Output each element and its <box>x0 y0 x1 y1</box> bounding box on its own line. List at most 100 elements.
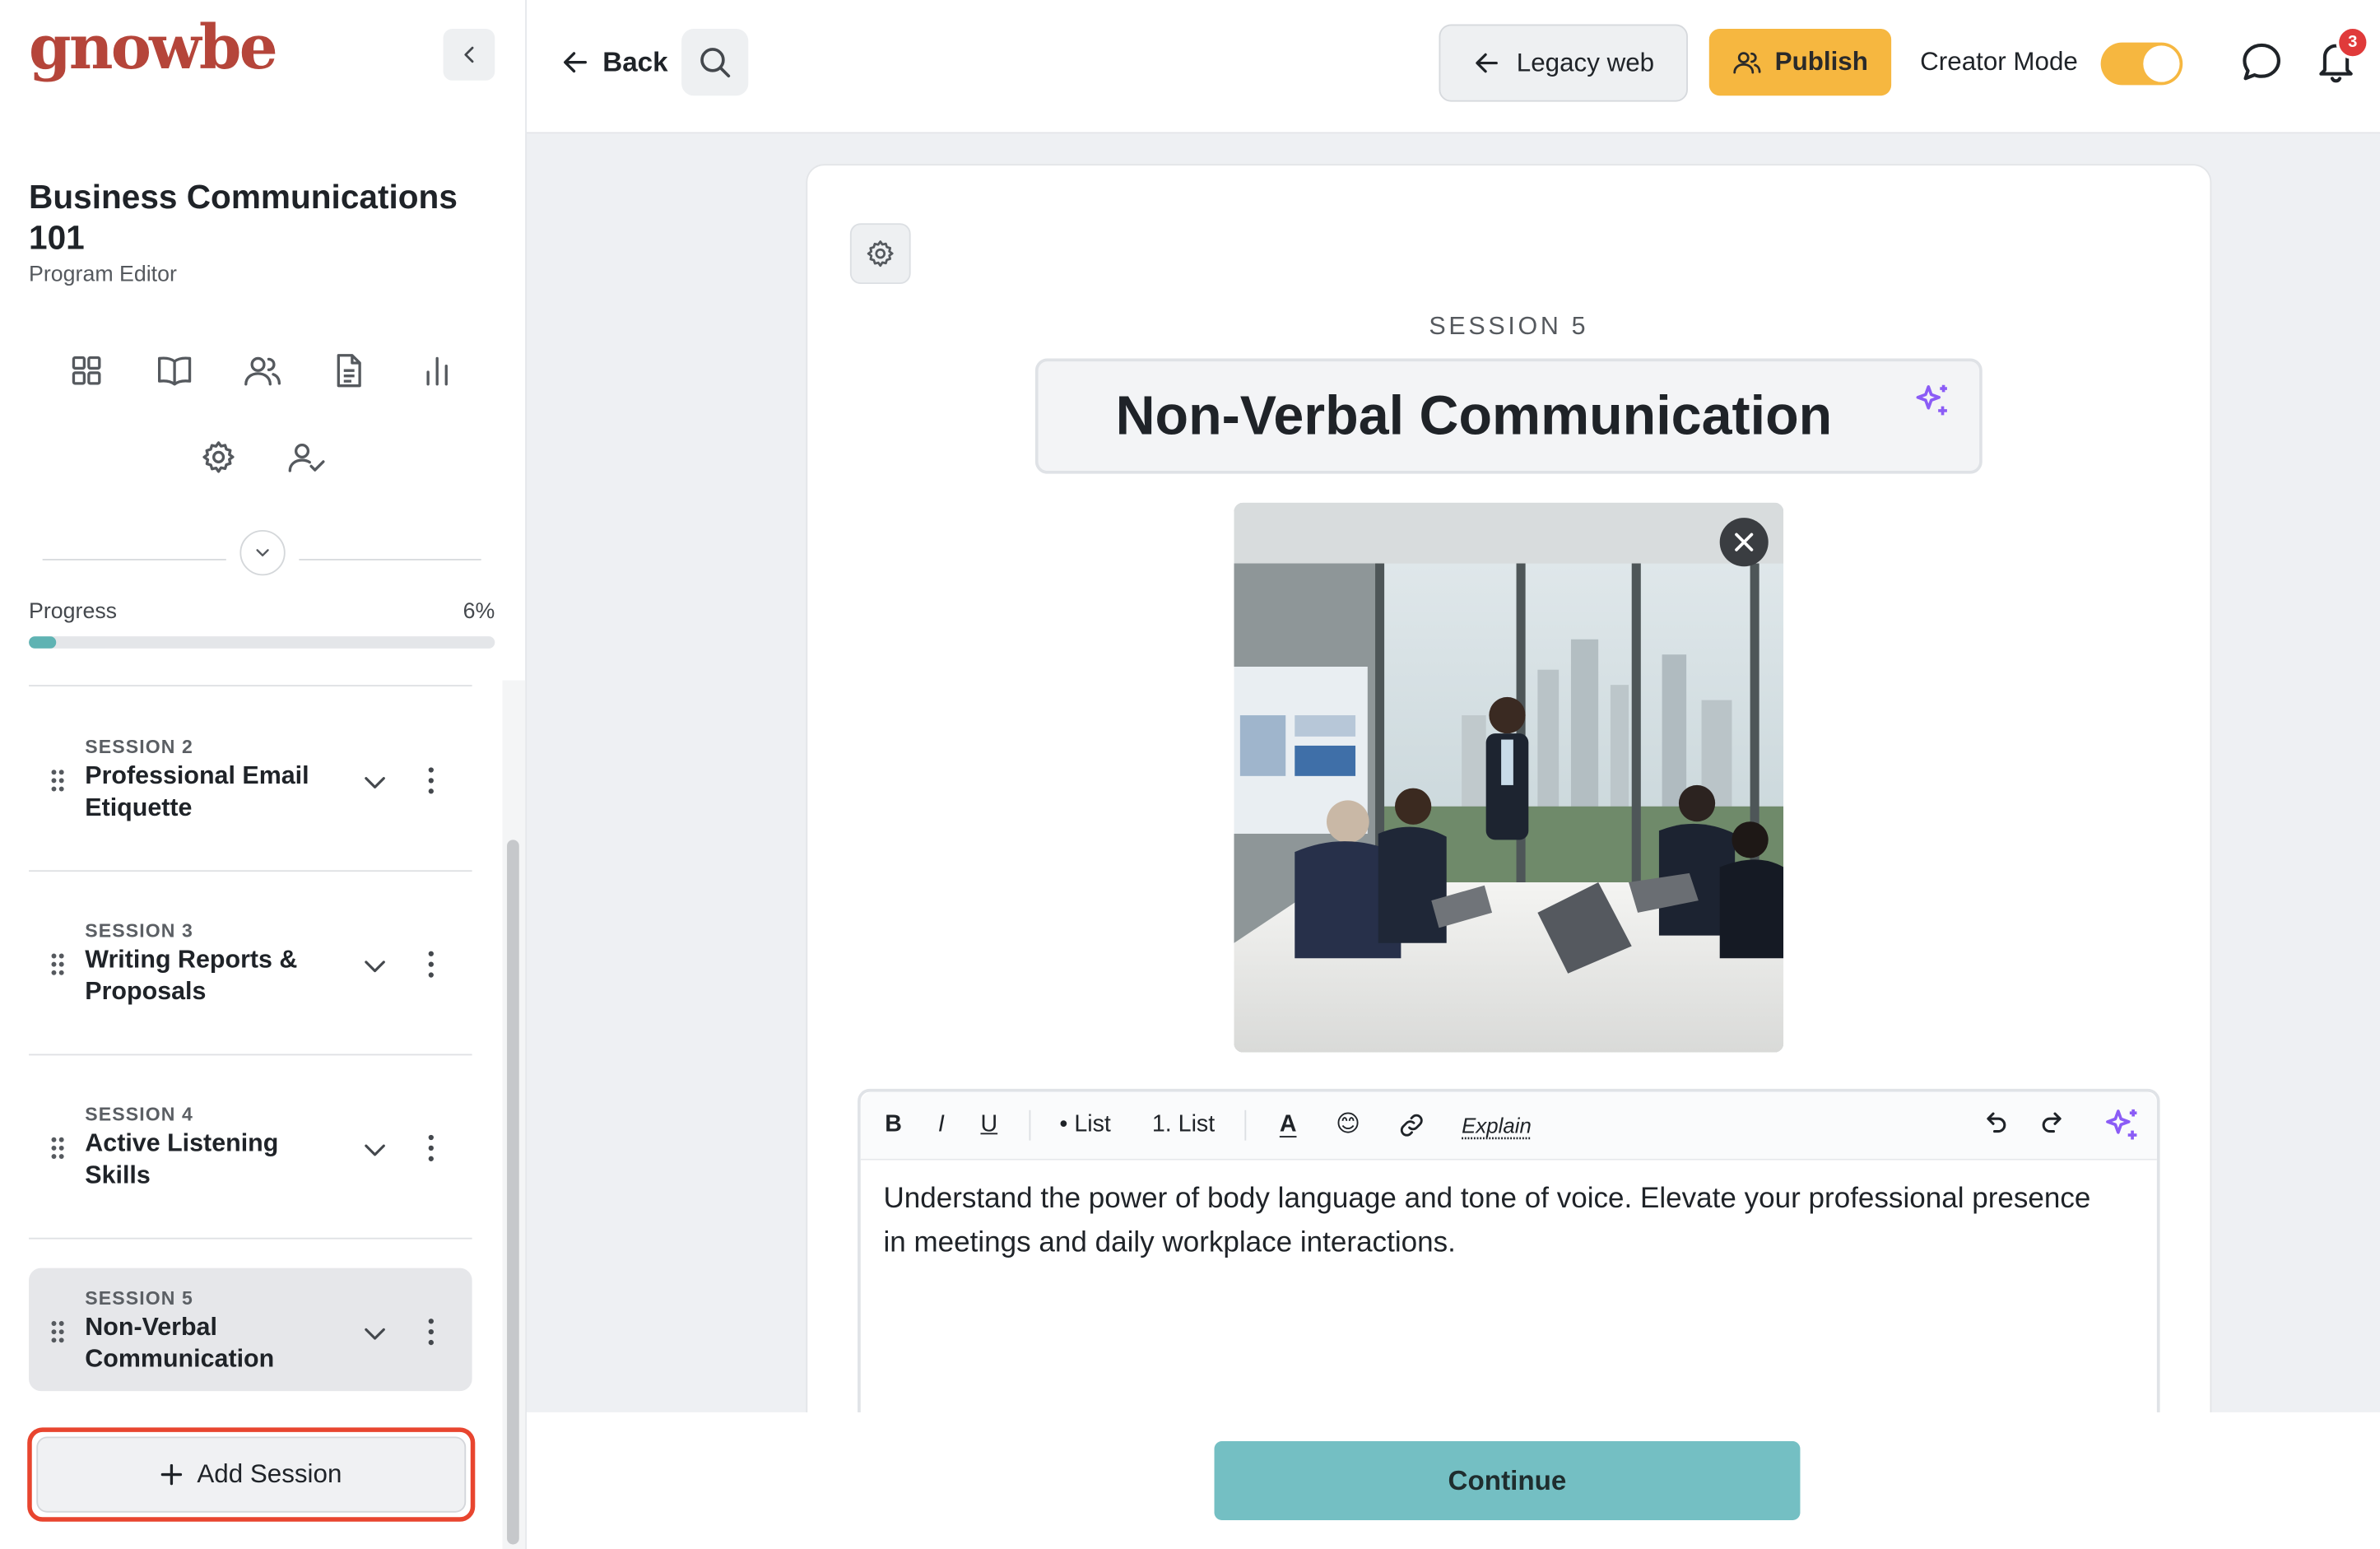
undo-icon[interactable] <box>1979 1109 2010 1139</box>
emoji-button[interactable]: 😊 <box>1336 1110 1360 1141</box>
chart-icon <box>426 356 448 386</box>
chevron-down-icon[interactable] <box>360 1319 390 1349</box>
chevron-down-icon[interactable] <box>360 767 390 798</box>
session-item[interactable]: SESSION 3 Writing Reports & Proposals <box>29 900 472 1023</box>
settings-icon <box>202 441 235 473</box>
publish-label: Publish <box>1774 47 1868 77</box>
more-options-icon[interactable] <box>421 1130 442 1166</box>
nav-settings[interactable] <box>196 435 241 480</box>
user-check-icon <box>288 443 325 472</box>
publish-button[interactable]: Publish <box>1708 29 1892 96</box>
search-icon <box>700 48 731 78</box>
session-number: SESSION 3 <box>85 920 193 942</box>
redo-icon[interactable] <box>2038 1109 2069 1139</box>
more-options-icon[interactable] <box>421 946 442 982</box>
creator-mode-toggle[interactable] <box>2100 42 2183 86</box>
bold-button[interactable]: B <box>885 1110 902 1141</box>
continue-button[interactable]: Continue <box>1214 1441 1801 1520</box>
session-item[interactable]: SESSION 2 Professional Email Etiquette <box>29 717 472 840</box>
session-item[interactable]: SESSION 4 Active Listening Skills <box>29 1084 472 1207</box>
drag-handle-icon[interactable] <box>50 952 65 977</box>
progress-value: 6% <box>463 599 495 625</box>
session-cover-image[interactable] <box>1234 502 1784 1053</box>
toggle-knob <box>2143 45 2180 82</box>
legacy-web-button[interactable]: Legacy web <box>1439 24 1688 102</box>
session-separator <box>29 685 472 686</box>
italic-button[interactable]: I <box>938 1110 945 1141</box>
progress-bar-fill <box>29 636 57 649</box>
session-settings-button[interactable] <box>849 223 911 285</box>
nav-access[interactable] <box>284 435 329 480</box>
session-title: Non-Verbal Communication <box>85 1314 275 1373</box>
nav-analytics[interactable] <box>415 348 460 393</box>
nav-content[interactable] <box>151 348 197 393</box>
session-title: Professional Email Etiquette <box>85 762 309 822</box>
session-list: SESSION 2 Professional Email Etiquette S… <box>0 681 501 1549</box>
session-title-text: Non-Verbal Communication <box>1115 384 1833 447</box>
drag-handle-icon[interactable] <box>50 769 65 793</box>
numbered-list-button[interactable]: 1. List <box>1152 1110 1215 1141</box>
toolbar-separator <box>1244 1109 1247 1141</box>
arrow-left-icon <box>1476 53 1499 73</box>
editor-area: SESSION 5 Non-Verbal Communication B I U… <box>527 133 2380 1484</box>
nav-learners[interactable] <box>239 348 285 393</box>
sidebar: gnowbe Business Communications 101 Progr… <box>0 0 528 1549</box>
editor-toolbar: B I U • List 1. List A 😊 Explain <box>860 1091 2157 1161</box>
more-options-icon[interactable] <box>421 1314 442 1350</box>
underline-button[interactable]: U <box>980 1110 997 1141</box>
nav-documents[interactable] <box>327 348 372 393</box>
top-bar: Back Legacy web Publish Creator Mode 3 <box>527 0 2380 134</box>
back-button[interactable]: Back <box>560 36 668 88</box>
app-root: gnowbe Business Communications 101 Progr… <box>0 0 2380 1549</box>
more-options-icon[interactable] <box>421 762 442 798</box>
expand-menu-button[interactable] <box>239 529 286 576</box>
session-title: Writing Reports & Proposals <box>85 946 298 1006</box>
drag-handle-icon[interactable] <box>50 1319 65 1344</box>
add-session-button[interactable]: Add Session <box>36 1436 467 1513</box>
users-icon <box>1733 52 1762 74</box>
back-label: Back <box>602 46 668 77</box>
nav-dashboard[interactable] <box>63 348 109 393</box>
chevron-down-icon <box>256 549 269 557</box>
add-session-label: Add Session <box>197 1459 342 1489</box>
document-icon <box>337 354 361 388</box>
chat-icon[interactable] <box>2238 40 2284 85</box>
meeting-room-photo <box>1234 502 1784 1053</box>
grid-icon <box>72 356 101 385</box>
link-icon[interactable] <box>1398 1112 1425 1139</box>
ai-sparkle-icon[interactable] <box>1913 379 1955 422</box>
footer-bar: Continue <box>527 1412 2380 1549</box>
users-icon <box>244 356 281 386</box>
plus-icon <box>160 1463 182 1486</box>
text-color-button[interactable]: A <box>1280 1110 1297 1141</box>
session-number: SESSION 5 <box>85 1287 193 1309</box>
session-number: SESSION 4 <box>85 1104 193 1126</box>
session-number: SESSION 2 <box>85 736 193 758</box>
sidebar-scrollbar[interactable] <box>507 840 519 1545</box>
session-label: SESSION 5 <box>1429 313 1589 341</box>
explain-button[interactable]: Explain <box>1462 1110 1532 1141</box>
session-title-input[interactable]: Non-Verbal Communication <box>1034 358 1983 474</box>
bullet-list-button[interactable]: • List <box>1059 1110 1110 1141</box>
chevron-left-icon <box>464 46 474 63</box>
toolbar-separator <box>1029 1109 1031 1141</box>
legacy-web-label: Legacy web <box>1516 48 1655 77</box>
session-card: SESSION 5 Non-Verbal Communication B I U… <box>806 164 2212 1484</box>
remove-image-button[interactable] <box>1719 518 1769 567</box>
ai-sparkle-icon[interactable] <box>2102 1104 2145 1147</box>
session-title: Active Listening Skills <box>85 1129 279 1189</box>
description-text[interactable]: Understand the power of body language an… <box>883 1177 2098 1265</box>
session-item-active[interactable]: SESSION 5 Non-Verbal Communication <box>29 1268 472 1392</box>
notification-badge: 3 <box>2336 26 2370 59</box>
session-separator <box>29 870 472 872</box>
collapse-sidebar-button[interactable] <box>443 29 495 81</box>
search-button[interactable] <box>681 29 749 96</box>
book-icon <box>158 356 192 386</box>
chevron-down-icon[interactable] <box>360 951 390 981</box>
chevron-down-icon[interactable] <box>360 1134 390 1165</box>
divider-left <box>42 558 226 561</box>
gnowbe-logo[interactable]: gnowbe <box>29 12 278 84</box>
session-separator <box>29 1054 472 1056</box>
drag-handle-icon[interactable] <box>50 1136 65 1161</box>
program-title: Business Communications 101 <box>29 177 458 257</box>
